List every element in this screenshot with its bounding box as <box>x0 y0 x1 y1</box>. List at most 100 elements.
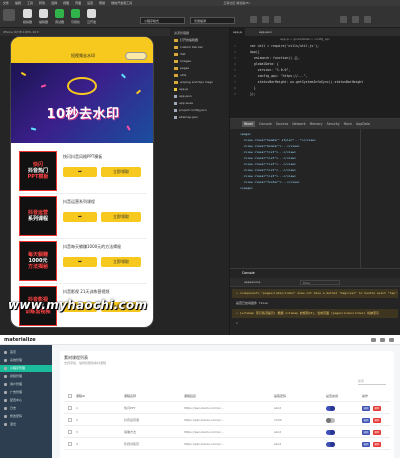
enabled-toggle[interactable] <box>326 430 335 435</box>
toolbar-button-cloud[interactable]: 云开发 <box>84 9 99 24</box>
menu-item[interactable]: 工具 <box>27 1 33 5</box>
enabled-toggle[interactable] <box>326 442 335 447</box>
version-icon[interactable] <box>352 16 359 23</box>
file-tree-item[interactable]: app.json <box>174 94 192 98</box>
edit-button[interactable]: 编辑 <box>362 442 370 447</box>
sidebar-item[interactable]: 退出 <box>0 421 52 428</box>
wxml-node[interactable]: <view class="footer">...</view> <box>240 180 300 184</box>
file-tree-item[interactable]: app.wxss <box>174 101 193 105</box>
sidebar-item[interactable]: 首页 <box>0 349 52 356</box>
file-tree-item[interactable]: sitemap.json <box>174 115 198 119</box>
wxml-node[interactable]: <view class="list">...</view> <box>240 174 296 178</box>
edit-button[interactable]: 编辑 <box>362 406 370 411</box>
file-tree-item[interactable]: pages <box>174 66 189 70</box>
tab-memory[interactable]: Memory <box>310 122 323 126</box>
delete-button[interactable]: 删除 <box>373 406 381 411</box>
tab-wxml[interactable]: Wxml <box>242 121 256 127</box>
sidebar-item[interactable]: 视频管理 <box>0 373 52 380</box>
course-thumbnail[interactable]: 快闪 抖音热门 PPT模板 <box>19 151 57 191</box>
menu-item[interactable]: 界面 <box>75 1 81 5</box>
row-checkbox[interactable] <box>68 418 72 422</box>
enabled-toggle[interactable] <box>326 406 335 411</box>
menu-item[interactable]: 文件 <box>3 1 9 5</box>
column-header[interactable]: 提取密码 <box>274 391 286 402</box>
menu-item[interactable]: 视图 <box>63 1 69 5</box>
code-line[interactable]: }); <box>250 92 256 96</box>
column-header[interactable]: 操作 <box>362 391 368 402</box>
learn-button[interactable]: 立即领取 <box>101 212 141 222</box>
code-line[interactable]: App({ <box>250 50 260 54</box>
menu-item[interactable]: 微信开发者工具 <box>111 1 132 5</box>
code-line[interactable]: globalData: { <box>250 62 279 66</box>
row-checkbox[interactable] <box>68 442 72 446</box>
wxml-node[interactable]: <view class="list">...</view> <box>240 168 296 172</box>
tab-appdata[interactable]: AppData <box>356 122 370 126</box>
tab-console[interactable]: Console <box>259 122 272 126</box>
column-header[interactable]: 是否启用 <box>326 391 338 402</box>
tab-mock[interactable]: Mock <box>344 122 352 126</box>
search-input[interactable]: 搜索 <box>358 379 386 385</box>
simulator-device-select[interactable]: iPhone 6/7/8 100% 16 ▾ <box>0 28 170 36</box>
column-header[interactable]: 课程链接 <box>184 391 196 402</box>
sidebar-item[interactable]: 系统管理 <box>0 357 52 364</box>
file-tree-item[interactable]: app.js <box>174 87 188 91</box>
preview-icon[interactable] <box>262 16 269 23</box>
code-line[interactable]: onLaunch: function() {}, <box>250 56 300 60</box>
delete-button[interactable]: 删除 <box>373 442 381 447</box>
tab-sources[interactable]: Sources <box>276 122 289 126</box>
row-checkbox[interactable] <box>68 430 72 434</box>
menu-item[interactable]: 编辑 <box>15 1 21 5</box>
toolbar-button-bug[interactable]: 调试器 <box>52 9 67 24</box>
wxml-node[interactable]: <view class="header" style="..."></view> <box>240 138 316 142</box>
admin-logo[interactable]: materialize <box>4 337 36 343</box>
upload-icon[interactable] <box>340 16 347 23</box>
avatar[interactable] <box>3 9 15 21</box>
code-line[interactable]: version: "1.0.0", <box>250 68 291 72</box>
real-device-debug-icon[interactable] <box>274 16 281 23</box>
learn-button[interactable]: 立即领取 <box>101 257 141 267</box>
sidebar-item[interactable]: 用户管理 <box>0 381 52 388</box>
menu-item[interactable]: 选择 <box>51 1 57 5</box>
sidebar-item[interactable]: 日志 <box>0 405 52 412</box>
column-header[interactable]: 课程名称 <box>124 391 136 402</box>
file-tree-item[interactable]: images <box>174 59 191 63</box>
capsule-menu-button[interactable] <box>125 52 147 60</box>
learn-button[interactable]: 立即领取 <box>101 167 141 177</box>
mode-select[interactable]: 小程序模式 <box>140 17 185 24</box>
console-tab[interactable]: Console <box>242 271 255 275</box>
row-checkbox[interactable] <box>68 406 72 410</box>
delete-button[interactable]: 删除 <box>373 418 381 423</box>
menu-item[interactable]: 帮助 <box>99 1 105 5</box>
wxml-node[interactable]: <view class="banner">...</view> <box>240 144 300 148</box>
details-icon[interactable] <box>364 16 371 23</box>
wxml-node[interactable]: <view class="list">...</view> <box>240 150 296 154</box>
editor-tab-app-json[interactable]: app.json <box>256 28 275 36</box>
code-line[interactable]: statusBarHeight: wx.getSystemInfoSync().… <box>250 80 364 84</box>
sidebar-item[interactable]: 修改密码 <box>0 413 52 420</box>
compile-select[interactable]: 普通编译 <box>190 17 235 24</box>
file-tree-item[interactable]: project.config.json <box>174 108 207 112</box>
editor-tab-app-js[interactable]: app.js <box>230 28 245 36</box>
compile-icon[interactable] <box>250 16 257 23</box>
toolbar-button-eye[interactable]: 可视化 <box>68 9 83 24</box>
tab-security[interactable]: Security <box>327 122 340 126</box>
wxml-node[interactable]: </page> <box>240 186 253 190</box>
edit-button[interactable]: 编辑 <box>362 418 370 423</box>
share-button[interactable]: ➦ <box>63 257 97 267</box>
wxml-node[interactable]: <page> <box>240 132 251 136</box>
sidebar-item[interactable]: 小程序管理 <box>0 365 52 372</box>
column-header[interactable]: 课程ID <box>76 391 85 402</box>
wxml-node[interactable]: <view class="list">...</view> <box>240 156 296 160</box>
delete-button[interactable]: 删除 <box>373 430 381 435</box>
menu-item[interactable]: 转到 <box>39 1 45 5</box>
sidebar-item[interactable]: 广告管理 <box>0 389 52 396</box>
file-tree-item[interactable]: utils <box>174 73 186 77</box>
wxml-node[interactable]: <view class="list">...</view> <box>240 162 296 166</box>
code-line[interactable]: config_api: "https://...", <box>250 74 308 78</box>
user-icon[interactable] <box>389 338 394 342</box>
edit-button[interactable]: 编辑 <box>362 430 370 435</box>
tab-network[interactable]: Network <box>292 122 305 126</box>
file-tree-item[interactable]: custom tab bar <box>174 45 203 49</box>
file-tree-item[interactable]: 打开的编辑器 <box>174 38 198 42</box>
file-tree-item[interactable]: dist <box>174 52 185 56</box>
